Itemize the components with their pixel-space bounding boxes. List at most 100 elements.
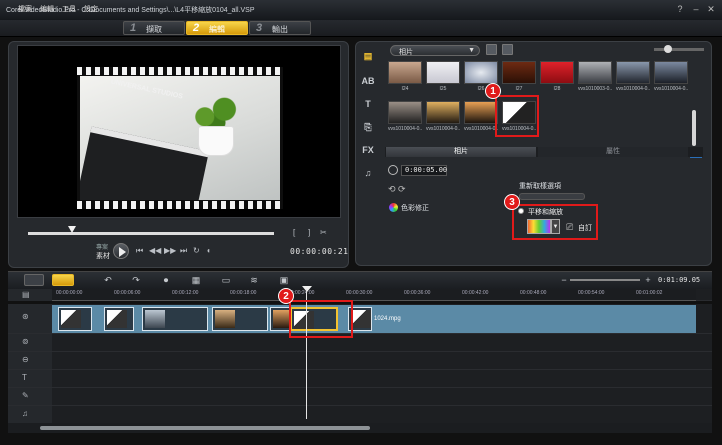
menu-edit[interactable]: 編輯 — [40, 4, 54, 14]
overlay-track-row[interactable]: ⊚ — [8, 334, 712, 352]
thumbnail-zoom-knob[interactable] — [664, 45, 672, 53]
timeline-clip[interactable] — [212, 307, 268, 331]
filter-fx-icon[interactable]: FX — [361, 145, 375, 157]
repeat-icon[interactable]: ↻ — [193, 246, 200, 255]
storyboard-view-button[interactable] — [24, 274, 44, 286]
clapper-text: UNIVERSAL STUDIOS — [110, 78, 184, 101]
lock-icon: ⊖ — [22, 355, 29, 364]
help-icon[interactable]: ? — [674, 4, 686, 15]
trim-end-icon[interactable]: ] — [308, 228, 310, 237]
preview-scrubber[interactable] — [28, 232, 274, 235]
timeline-total-duration: 0:01:09.05 — [658, 276, 701, 284]
voice-track-icon: ✎ — [22, 391, 29, 400]
menu-tools[interactable]: 工具 — [62, 4, 76, 14]
clip-filename: 1024.mpg — [374, 316, 401, 322]
thumbnail-item[interactable]: vvs1010004-0... — [464, 101, 498, 135]
tab-attributes[interactable]: 屬性 — [538, 147, 688, 157]
audio-icon[interactable]: ♫ — [361, 168, 375, 180]
sort-icon[interactable] — [502, 44, 513, 55]
previous-frame-icon[interactable]: ◀◀ — [149, 246, 161, 255]
media-icon[interactable]: ▤ — [361, 51, 375, 63]
preview-photo: UNIVERSAL STUDIOS — [80, 76, 280, 200]
volume-icon[interactable]: ◖ — [206, 246, 211, 255]
zoom-in-icon[interactable]: + — [640, 274, 656, 286]
title-icon[interactable]: T — [361, 99, 375, 111]
home-icon[interactable]: ⏮ — [136, 246, 143, 256]
audio-wave-icon[interactable]: ≋ — [246, 274, 262, 286]
color-correction-label[interactable]: 色彩修正 — [401, 203, 429, 213]
timeline-scrollbar[interactable] — [40, 426, 370, 430]
library-sidebar: ▤ AB T ⎘ FX ♫ — [356, 45, 380, 185]
color-correction-icon[interactable] — [389, 203, 398, 212]
playhead-handle[interactable] — [302, 286, 312, 292]
trim-start-icon[interactable]: [ — [293, 228, 295, 237]
thumbnail-item[interactable]: vvs1010003-0... — [578, 61, 612, 95]
timeline-clip[interactable] — [104, 307, 134, 331]
film-perforation-top — [77, 67, 283, 75]
menu-file[interactable]: 檔案 — [18, 4, 32, 14]
timeline-zoom-slider[interactable] — [570, 279, 640, 281]
cut-icon[interactable]: ✂ — [320, 228, 327, 237]
voice-track-row[interactable]: ✎ — [8, 388, 712, 406]
timeline-ruler[interactable]: 00:00:00:00 00:00:06:00 00:00:12:00 00:0… — [52, 289, 696, 301]
chevron-down-icon: ▼ — [468, 47, 475, 54]
next-frame-icon[interactable]: ▶▶ — [164, 246, 176, 255]
track-manager-icon[interactable]: ▭ — [218, 274, 234, 286]
step-edit-tab[interactable]: 2 編輯 — [186, 21, 248, 35]
menu-settings[interactable]: 設定 — [84, 4, 98, 14]
callout-badge-2: 2 — [278, 288, 294, 304]
timeline-clip[interactable] — [58, 307, 92, 331]
thumbnail-zoom-slider[interactable] — [654, 48, 704, 51]
thumbnail-item[interactable]: I24 — [388, 61, 422, 95]
graphic-icon[interactable]: ⎘ — [361, 122, 375, 134]
music-track-row[interactable]: ♫ — [8, 406, 712, 424]
thumbnail-item[interactable]: I25 — [426, 61, 460, 95]
timeline-clip[interactable] — [142, 307, 208, 331]
tab-photo[interactable]: 相片 — [386, 147, 536, 157]
minimize-icon[interactable]: – — [690, 4, 702, 15]
thumbnail-item[interactable]: vvs1010004-0... — [388, 101, 422, 135]
track-row[interactable]: ⊖ — [8, 352, 712, 370]
menu-bar — [0, 20, 722, 37]
clip-mode-label[interactable]: 素材 — [96, 251, 110, 261]
thumbnail-item[interactable]: I28 — [540, 61, 574, 95]
plant-pot — [198, 126, 234, 156]
callout-box-1 — [495, 95, 539, 137]
thumbnail-item[interactable]: I27 — [502, 61, 536, 95]
timeline-view-button[interactable] — [52, 274, 74, 286]
step-capture-tab[interactable]: 1 擷取 — [123, 21, 185, 35]
resample-options-select[interactable] — [519, 193, 585, 200]
close-icon[interactable]: ✕ — [705, 4, 717, 15]
thumbnail-item[interactable]: vvs1010004-0... — [426, 101, 460, 135]
redo-icon[interactable]: ↷ — [128, 274, 144, 286]
title-track-row[interactable]: T — [8, 370, 712, 388]
clock-icon — [388, 165, 398, 175]
preview-timecode[interactable]: 00:00:00:21 — [290, 247, 348, 256]
library-category-dropdown[interactable]: 相片 ▼ — [390, 45, 480, 56]
import-folder-icon[interactable] — [486, 44, 497, 55]
play-button[interactable] — [113, 243, 129, 259]
library-scrollbar[interactable] — [692, 110, 696, 146]
scrubber-handle[interactable] — [68, 226, 76, 233]
film-perforation-bottom — [77, 201, 283, 209]
clapperboard — [80, 126, 210, 200]
record-capture-icon[interactable]: ⏺ — [158, 274, 174, 286]
project-mode-label[interactable]: 專案 — [96, 242, 108, 251]
thumbnail-item[interactable]: vvs1010004-0... — [654, 61, 688, 95]
film-frame-image: UNIVERSAL STUDIOS — [77, 67, 283, 209]
callout-badge-3: 3 — [504, 194, 520, 210]
undo-icon[interactable]: ↶ — [100, 274, 116, 286]
ruler-settings-icon[interactable]: ▤ — [22, 290, 30, 299]
step-share-tab[interactable]: 3 輸出 — [249, 21, 311, 35]
duration-field[interactable]: 0:00:05.00 — [401, 165, 447, 176]
overlay-track-icon: ⊚ — [22, 337, 29, 346]
callout-box-2 — [289, 300, 353, 338]
chapter-icon[interactable]: ▣ — [276, 274, 292, 286]
mix-icon[interactable]: ▦ — [188, 274, 204, 286]
callout-badge-1: 1 — [485, 83, 501, 99]
thumbnail-item[interactable]: vvs1010004-0... — [616, 61, 650, 95]
instant-project-icon[interactable]: AB — [361, 76, 375, 88]
rotate-icons[interactable]: ⟲ ⟳ — [388, 184, 406, 195]
end-icon[interactable]: ⏭ — [180, 246, 187, 256]
video-track-icon: ⊛ — [22, 312, 29, 321]
